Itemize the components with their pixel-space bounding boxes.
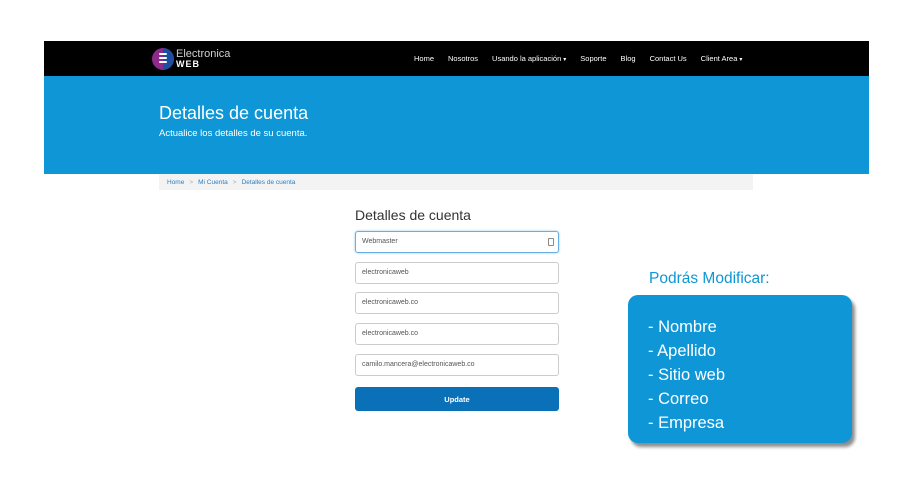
nav-blog[interactable]: Blog [621,54,636,63]
company-value: electronicaweb.co [362,299,419,306]
nav-client-area[interactable]: Client Area ▾ [701,54,743,63]
nav-soporte[interactable]: Soporte [580,54,606,63]
first-name-value: Webmaster [362,238,398,245]
list-item: - Apellido [648,342,716,360]
nav-home-label: Home [414,54,435,63]
nav-menu: Home Nosotros Usando la aplicación ▾ Sopo… [414,41,756,76]
nav-blog-label: Blog [620,54,636,63]
list-item: - Sitio web [648,366,726,384]
nav-contact-us[interactable]: Contact Us [650,54,687,63]
breadcrumb-separator: > [232,178,237,186]
breadcrumb-separator: > [189,178,194,186]
breadcrumb-current[interactable]: Detalles de cuenta [237,179,296,186]
nav-nosotros-label: Nosotros [448,54,479,63]
list-item: - Empresa [648,414,725,432]
page-header-banner: Detalles de cuenta Actualice los detalle… [44,76,869,174]
breadcrumb: Home > Mi Cuenta > Detalles de cuenta [159,174,753,190]
autofill-icon[interactable] [548,238,554,246]
callout-title: Podrás Modificar: [649,270,770,287]
page-subtitle: Actualice los detalles de su cuenta. [159,128,308,139]
callout-box: - Nombre - Apellido - Sitio web - Correo… [628,295,852,443]
nav-contact-label: Contact Us [649,54,687,63]
update-button[interactable]: Update [355,387,559,411]
website-value: electronicaweb.co [362,330,419,337]
website-field[interactable]: electronicaweb.co [355,323,559,345]
last-name-field[interactable]: electronicaweb [355,262,559,284]
nav-nosotros[interactable]: Nosotros [448,54,478,63]
nav-soporte-label: Soporte [580,54,607,63]
nav-usando-label: Usando la aplicación [492,54,562,63]
form-title: Detalles de cuenta [355,207,471,223]
caret-down-icon: ▾ [739,57,743,63]
nav-home[interactable]: Home [414,54,434,63]
list-item: - Correo [648,390,709,408]
nav-client-area-label: Client Area [700,54,738,63]
breadcrumb-mi-cuenta[interactable]: Mi Cuenta [193,179,228,186]
logo-icon [152,48,174,70]
brand-name-bottom: WEB [176,59,200,69]
company-field[interactable]: electronicaweb.co [355,292,559,314]
modifiable-fields-list: - Nombre - Apellido - Sitio web - Correo… [648,315,725,435]
list-item: - Nombre [648,318,717,336]
top-navbar: Electronica WEB Home Nosotros Usando la … [44,41,869,76]
email-field[interactable]: camilo.mancera@electronicaweb.co [355,354,559,376]
caret-down-icon: ▾ [563,57,567,63]
page-title: Detalles de cuenta [159,103,309,123]
first-name-field[interactable]: Webmaster [355,231,559,253]
last-name-value: electronicaweb [362,269,409,276]
breadcrumb-home[interactable]: Home [159,179,184,186]
nav-usando-aplicacion[interactable]: Usando la aplicación ▾ [492,54,566,63]
email-value: camilo.mancera@electronicaweb.co [362,361,475,368]
